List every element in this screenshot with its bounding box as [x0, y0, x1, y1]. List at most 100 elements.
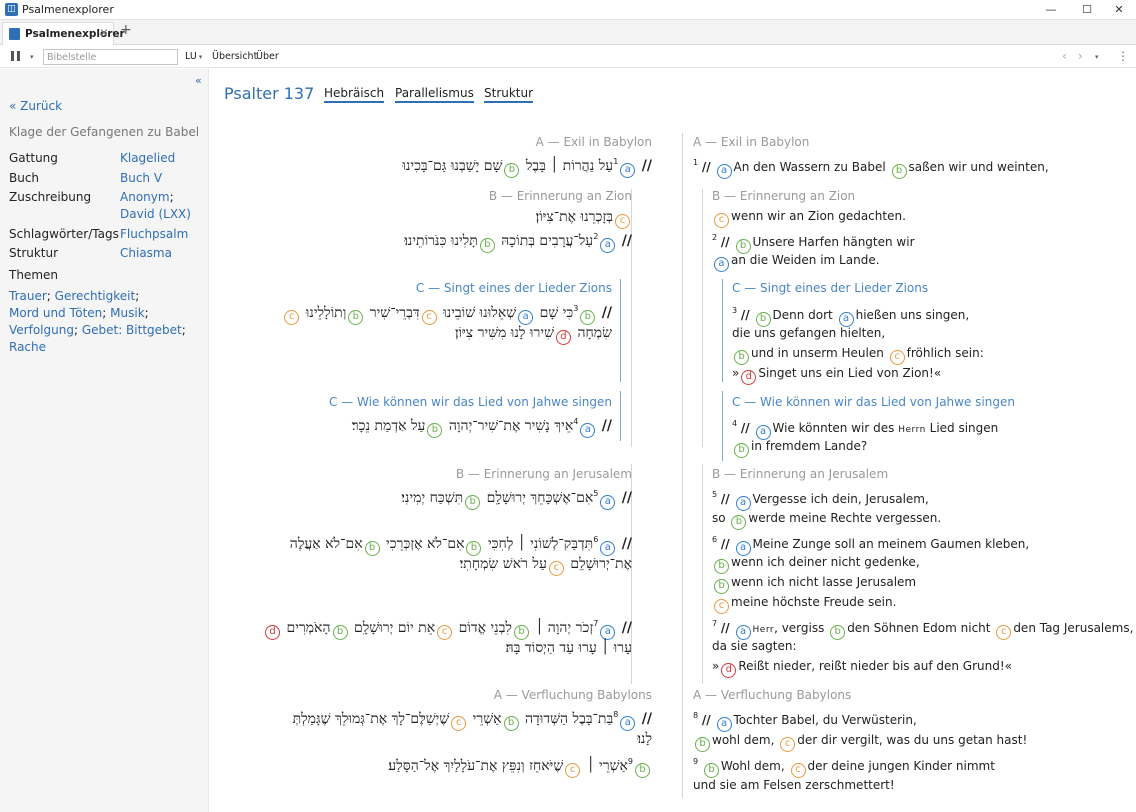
colon-divider: //	[720, 621, 730, 635]
colon-divider: //	[621, 490, 632, 506]
page-title: Psalter 137	[224, 84, 315, 103]
more-menu-icon[interactable]: ⋮	[1117, 49, 1129, 63]
struktur-label: Struktur	[9, 246, 59, 260]
colon-b-icon: b	[466, 541, 482, 556]
section-line	[722, 391, 723, 461]
minimize-button[interactable]: —	[1034, 0, 1068, 20]
back-link[interactable]: « Zurück	[9, 99, 62, 113]
tab-bar: Psalmenexplorer ✕ +	[0, 20, 1136, 45]
colon-b-icon: b	[364, 541, 380, 556]
chiasma-link[interactable]: Chiasma	[120, 246, 172, 260]
german-text: an die Weiden im Lande.	[731, 253, 880, 267]
hebrew-text: כִּי שָׁם	[539, 305, 574, 321]
hebrew-text: עַל־עֲרָבִים בְּתוֹכָהּ	[501, 233, 594, 249]
buch-link[interactable]: Buch V	[120, 171, 162, 185]
hebrew-verse-1c: cבְּזָכְרֵנוּ אֶת־צִיּוֹן׃	[536, 209, 632, 229]
colon-b-icon: b	[755, 312, 771, 327]
hebrew-verse-8: // a8בַּת־בָּבֶל הַשְּׁדוּדָה bאַשְׁרֵי …	[293, 710, 652, 731]
section-line	[702, 189, 703, 447]
fluchpsalm-link[interactable]: Fluchpsalm	[120, 227, 188, 241]
tags-label: Schlagwörter/Tags	[9, 227, 119, 241]
hebrew-text: זְכֹר יְהוָה ׀	[535, 620, 594, 636]
german-text: wenn ich nicht lasse Jerusalem	[731, 575, 917, 589]
gattung-link[interactable]: Klagelied	[120, 151, 175, 165]
bibelstelle-input[interactable]	[43, 49, 178, 65]
verse-number: 1	[613, 157, 619, 166]
colon-c-icon: c	[996, 625, 1012, 640]
verse-number: 4	[573, 417, 579, 426]
translation-label: LU	[185, 51, 197, 62]
collapse-sidebar-button[interactable]: «	[195, 74, 202, 87]
overview-menu[interactable]: Übersicht	[212, 51, 257, 62]
colon-b-icon: b	[830, 625, 846, 640]
maximize-button[interactable]: ☐	[1070, 0, 1104, 20]
colon-b-icon: b	[504, 163, 520, 178]
tab-struktur[interactable]: Struktur	[484, 86, 534, 103]
anonym-link[interactable]: Anonym	[120, 190, 170, 204]
david-lxx-link[interactable]: David (LXX)	[120, 207, 191, 221]
gattung-label: Gattung	[9, 151, 58, 165]
separator: ;	[102, 306, 111, 320]
colon-a-icon: a	[716, 717, 732, 732]
german-text: Herr	[752, 625, 775, 635]
colon-d-icon: d	[265, 625, 280, 640]
theme-link[interactable]: Verfolgung	[9, 323, 74, 337]
colon-a-icon: a	[755, 425, 771, 440]
tab-close-icon[interactable]: ✕	[99, 26, 109, 40]
colon-b-icon: b	[332, 625, 348, 640]
hebrew-text: אַשְׁרֵי	[472, 711, 502, 727]
theme-link[interactable]: Mord und Töten	[9, 306, 102, 320]
verse-number: 8	[693, 711, 699, 720]
hebrew-verse-7: // a7זְכֹר יְהוָה ׀ bלִבְנֵי אֱדוֹם cאֵת…	[263, 619, 632, 640]
hebrew-text: תִּדְבַּק־לְשׁוֹנִי ׀ לְחִכִּי	[487, 536, 594, 552]
panel-toggle-icon[interactable]	[11, 51, 20, 61]
back-nav-icon[interactable]: ‹	[1062, 49, 1067, 63]
colon-c-icon: c	[565, 763, 581, 778]
german-text: der deine jungen Kinder nimmt	[807, 759, 995, 773]
german-verse-9: 9 b Wohl dem, c der deine jungen Kinder ni…	[693, 757, 995, 778]
verse-number: 9	[627, 757, 633, 766]
colon-c-icon: c	[437, 625, 453, 640]
colon-b-icon: b	[479, 238, 495, 253]
about-menu[interactable]: Über	[256, 51, 279, 62]
colon-divider: //	[720, 492, 730, 506]
verse-number: 7	[593, 619, 599, 628]
section-heading: C — Wie können wir das Lied von Jahwe si…	[329, 395, 612, 409]
hebrew-verse-2: // a2עַל־עֲרָבִים בְּתוֹכָהּ bתָּלִינוּ …	[404, 232, 632, 253]
tab-parallelismus[interactable]: Parallelismus	[395, 86, 474, 103]
history-dropdown-icon[interactable]: ▾	[1095, 53, 1099, 61]
add-tab-button[interactable]: +	[120, 22, 132, 38]
theme-link[interactable]: Musik	[110, 306, 145, 320]
verse-number: 6	[712, 535, 718, 544]
section-heading: B — Erinnerung an Zion	[712, 189, 856, 203]
colon-d-icon: d	[721, 663, 737, 678]
german-verse-1: 1 // a An den Wassern zu Babel b saßen wir…	[693, 158, 1049, 179]
forward-nav-icon[interactable]: ›	[1078, 49, 1083, 63]
section-heading: A — Verfluchung Babylons	[693, 688, 852, 702]
colon-b-icon: b	[503, 716, 519, 731]
translation-select[interactable]: LU ▾	[185, 51, 202, 62]
german-verse-8-cont: b wohl dem, c der dir vergilt, was du uns …	[693, 733, 1027, 752]
german-text: und sie am Felsen zerschmettert!	[693, 778, 895, 792]
theme-link[interactable]: Gerechtigkeit	[55, 289, 136, 303]
colon-divider: //	[621, 233, 632, 249]
hebrew-text: אֶת־יְרוּשָׁלִַם	[570, 556, 632, 572]
theme-link[interactable]: Rache	[9, 340, 46, 354]
german-text: Wie könnten wir des	[772, 421, 895, 435]
chevron-down-icon[interactable]: ▾	[30, 53, 34, 61]
german-verse-4-cont: b in fremdem Lande?	[732, 439, 867, 458]
colon-divider: //	[740, 421, 750, 435]
tab-hebraeisch[interactable]: Hebräisch	[324, 86, 385, 103]
german-text: Vergesse ich dein, Jerusalem,	[752, 492, 929, 506]
colon-divider: //	[701, 713, 711, 727]
section-heading: C — Singt eines der Lieder Zions	[415, 281, 612, 295]
german-verse-3-cont: die uns gefangen hielten,	[732, 326, 885, 340]
theme-link[interactable]: Trauer	[9, 289, 47, 303]
separator: ;	[135, 289, 140, 303]
german-verse-7-cont: » d Reißt nieder, reißt nieder bis auf den…	[712, 659, 1012, 678]
close-window-button[interactable]: ✕	[1102, 0, 1136, 20]
tab-psalmenexplorer[interactable]: Psalmenexplorer ✕	[2, 22, 125, 45]
german-text: , vergiss	[774, 621, 825, 635]
verse-number: 5	[712, 490, 718, 499]
theme-link[interactable]: Gebet: Bittgebet	[82, 323, 182, 337]
